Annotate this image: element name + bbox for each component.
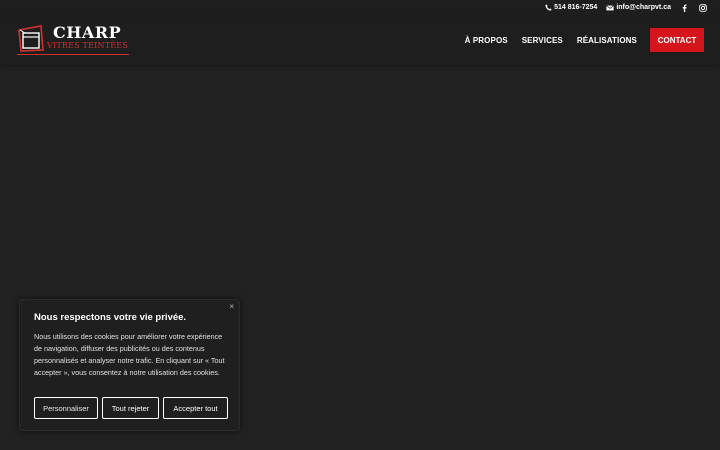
page: 514 816-7254 info@charpvt.ca CHARP VITRE… xyxy=(0,0,720,450)
nav-item-about[interactable]: À PROPOS xyxy=(465,36,508,45)
main-header: CHARP VITRES TEINTÉES À PROPOS SERVICES … xyxy=(0,17,720,65)
reject-all-button[interactable]: Tout rejeter xyxy=(102,397,159,419)
top-bar: 514 816-7254 info@charpvt.ca xyxy=(0,0,720,17)
phone-number: 514 816-7254 xyxy=(554,4,598,11)
cookie-actions: Personnaliser Tout rejeter Accepter tout xyxy=(34,397,228,419)
customize-button[interactable]: Personnaliser xyxy=(34,397,98,419)
accept-all-button[interactable]: Accepter tout xyxy=(163,397,228,419)
logo-subtitle: VITRES TEINTÉES xyxy=(47,41,128,50)
nav-item-realisations[interactable]: RÉALISATIONS xyxy=(577,36,637,45)
logo-title: CHARP xyxy=(53,23,122,42)
phone-link[interactable]: 514 816-7254 xyxy=(545,4,597,11)
cookie-description: Nous utilisons des cookies pour améliore… xyxy=(34,332,225,377)
main-nav: À PROPOS SERVICES RÉALISATIONS CONTACT xyxy=(451,28,704,52)
contact-button[interactable]: CONTACT xyxy=(650,28,704,52)
facebook-icon[interactable] xyxy=(680,3,689,12)
nav-item-services[interactable]: SERVICES xyxy=(522,36,563,45)
top-bar-contacts: 514 816-7254 info@charpvt.ca xyxy=(545,3,707,12)
logo[interactable]: CHARP VITRES TEINTÉES xyxy=(17,22,131,56)
cookie-title: Nous respectons votre vie privée. xyxy=(34,312,187,323)
email-address: info@charpvt.ca xyxy=(616,4,671,11)
logo-underline xyxy=(17,54,129,55)
email-link[interactable]: info@charpvt.ca xyxy=(606,4,671,11)
envelope-icon xyxy=(606,4,615,11)
window-logo-icon xyxy=(18,25,44,52)
instagram-icon[interactable] xyxy=(698,3,707,12)
close-icon[interactable]: × xyxy=(229,302,234,311)
cookie-consent-banner: × Nous respectons votre vie privée. Nous… xyxy=(19,299,240,431)
phone-icon xyxy=(545,4,552,11)
